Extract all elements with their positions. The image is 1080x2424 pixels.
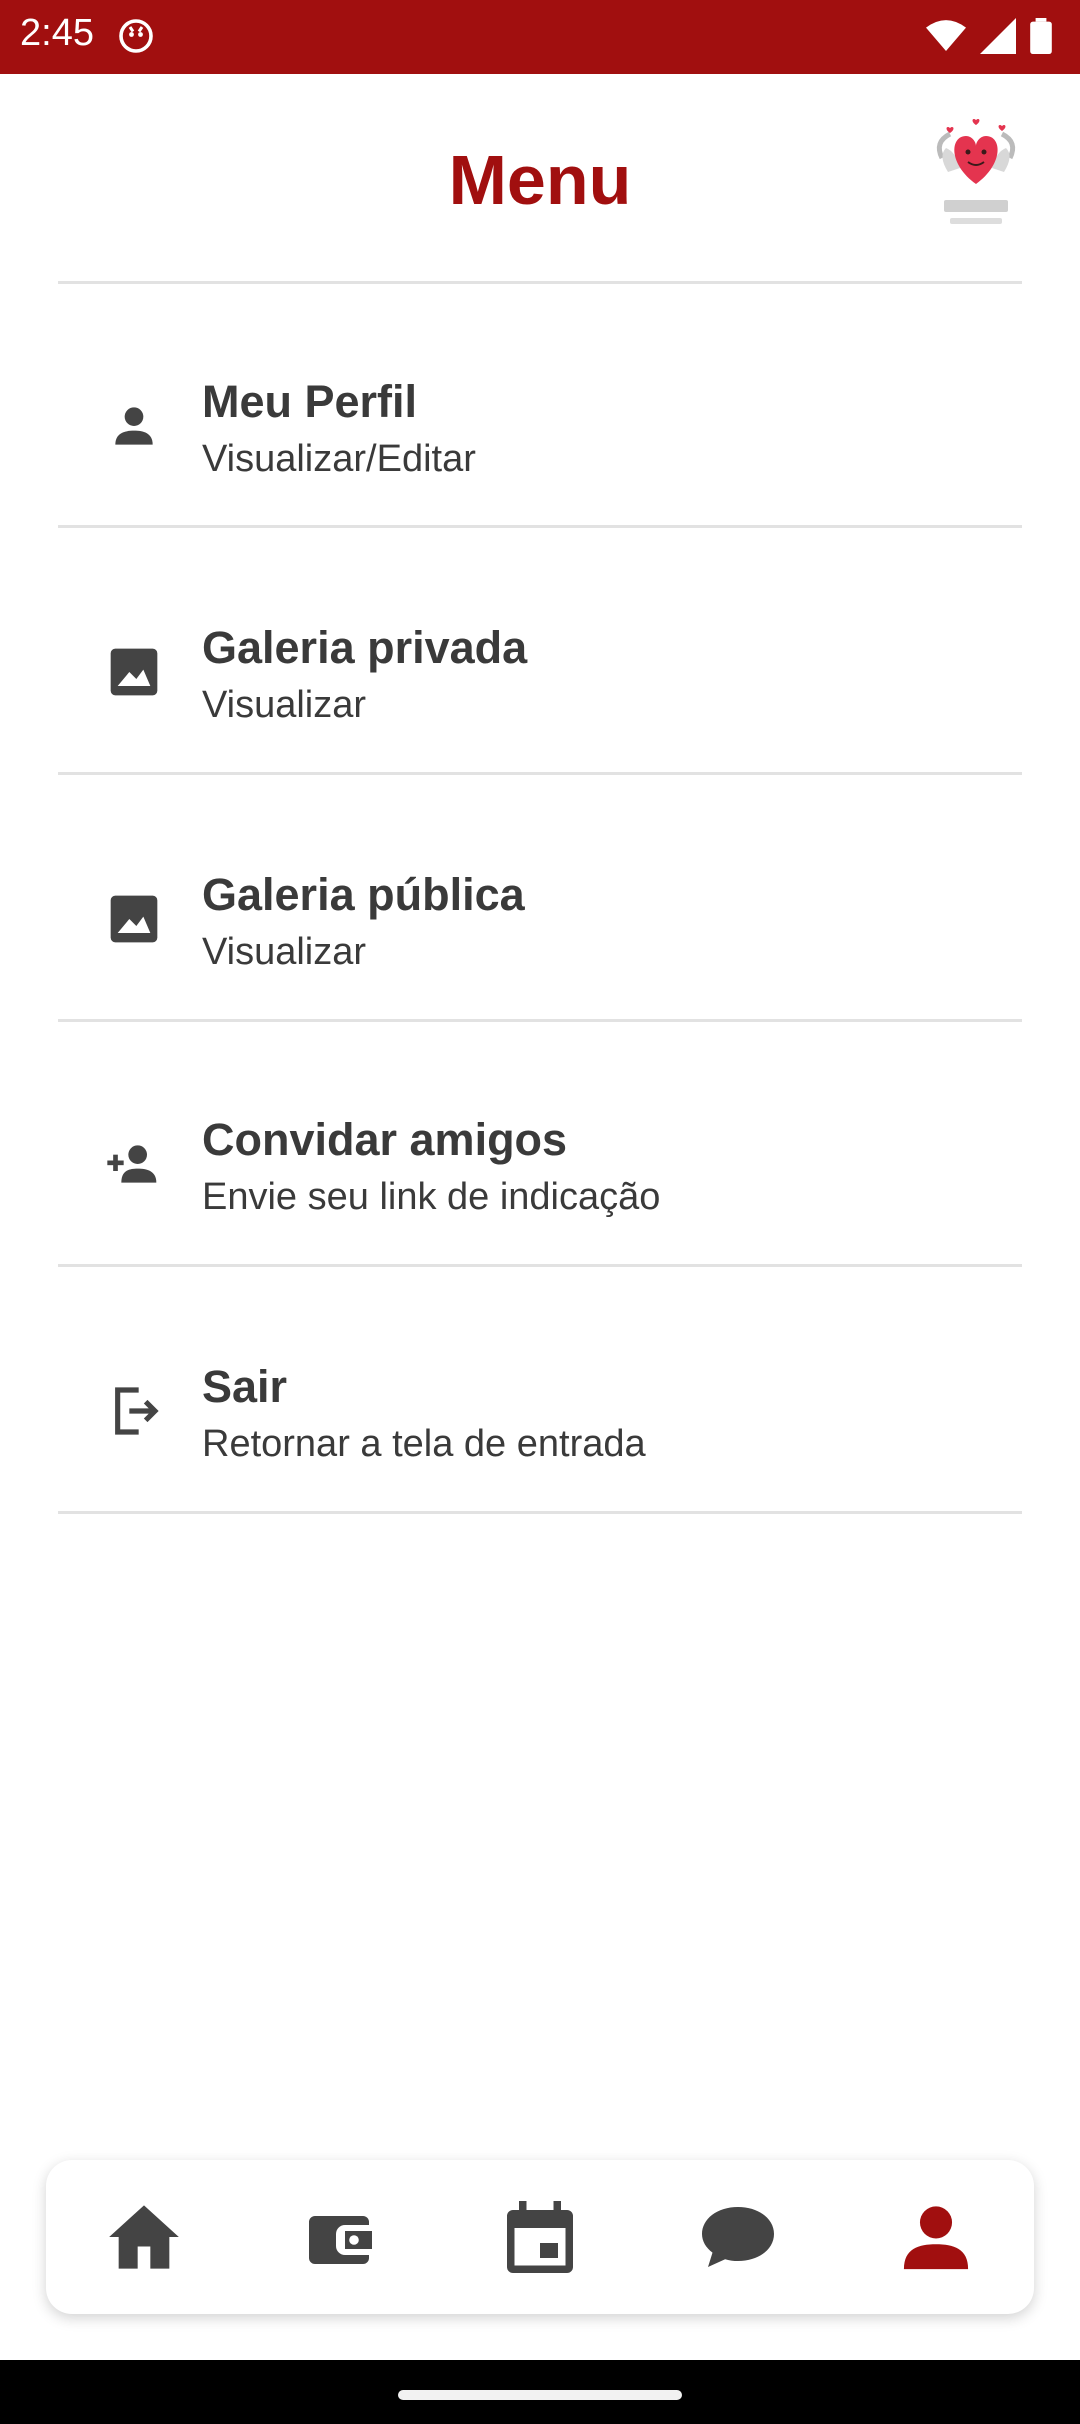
status-time: 2:45	[20, 12, 94, 54]
logout-icon	[115, 1387, 159, 1435]
menu-item-sair[interactable]: Sair Retornar a tela de entrada	[58, 1267, 1022, 1511]
status-icons	[926, 18, 1052, 54]
menu-divider	[58, 1511, 1022, 1514]
header: Menu	[0, 74, 1080, 284]
bottom-navigation	[46, 2160, 1034, 2314]
image-icon	[110, 648, 158, 696]
menu-item-subtitle: Retornar a tela de entrada	[202, 1423, 646, 1465]
menu-item-subtitle: Visualizar	[202, 684, 367, 726]
menu-item-subtitle: Envie seu link de indicação	[202, 1176, 661, 1218]
nav-wallet[interactable]	[282, 2160, 402, 2314]
wifi-icon	[926, 20, 966, 51]
menu-item-title: Galeria pública	[202, 869, 525, 920]
brand-logo	[936, 118, 1016, 224]
calendar-icon	[507, 2201, 573, 2273]
person-icon	[115, 407, 153, 445]
chat-icon	[702, 2207, 774, 2267]
menu-item-title: Sair	[202, 1361, 288, 1412]
status-bar: 2:45	[0, 0, 1080, 74]
nav-home[interactable]	[84, 2160, 204, 2314]
wallet-icon	[309, 2216, 372, 2264]
menu-item-galeria-privada[interactable]: Galeria privada Visualizar	[58, 528, 1022, 772]
menu-item-title: Meu Perfil	[202, 376, 418, 427]
home-indicator[interactable]	[398, 2390, 682, 2400]
menu-item-title: Galeria privada	[202, 622, 528, 673]
profile-icon	[903, 2206, 969, 2270]
menu-item-title: Convidar amigos	[202, 1114, 568, 1165]
menu-item-subtitle: Visualizar/Editar	[202, 438, 476, 480]
system-navigation-bar	[0, 2360, 1080, 2424]
app-notification-icon	[119, 19, 153, 53]
menu-item-convidar-amigos[interactable]: Convidar amigos Envie seu link de indica…	[58, 1022, 1022, 1266]
menu-item-meu-perfil[interactable]: Meu Perfil Visualizar/Editar	[58, 284, 1022, 528]
menu-item-galeria-publica[interactable]: Galeria pública Visualizar	[58, 775, 1022, 1019]
menu-item-subtitle: Visualizar	[202, 931, 367, 973]
home-icon	[109, 2205, 179, 2269]
page-title: Menu	[448, 141, 632, 219]
image-icon	[110, 895, 158, 943]
person-add-icon	[107, 1145, 157, 1183]
battery-icon	[1030, 18, 1052, 54]
nav-profile[interactable]	[876, 2160, 996, 2314]
nav-calendar[interactable]	[480, 2160, 600, 2314]
signal-icon	[980, 18, 1016, 54]
nav-chat[interactable]	[678, 2160, 798, 2314]
